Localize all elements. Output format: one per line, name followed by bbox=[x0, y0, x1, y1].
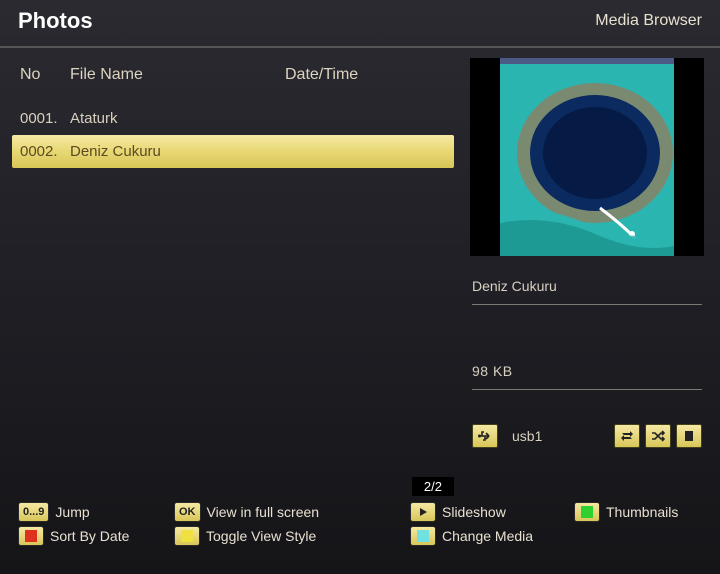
row-no: 0002. bbox=[20, 143, 70, 160]
key-green-icon bbox=[574, 502, 600, 522]
hint-label: Slideshow bbox=[442, 504, 506, 520]
storage-row: usb1 bbox=[470, 424, 704, 448]
col-header-date: Date/Time bbox=[285, 66, 454, 84]
hint-label: Sort By Date bbox=[50, 528, 129, 544]
footer-hints: 0...9 Jump OK View in full screen Slides… bbox=[0, 496, 720, 560]
key-play-icon bbox=[410, 502, 436, 522]
key-yellow-icon bbox=[174, 526, 200, 546]
list-item[interactable]: 0001. Ataturk bbox=[12, 102, 454, 135]
hint-thumbnails: Thumbnails bbox=[574, 502, 702, 522]
hint-label: Jump bbox=[55, 504, 89, 520]
usb-icon[interactable] bbox=[472, 424, 498, 448]
hint-jump: 0...9 Jump bbox=[18, 502, 170, 522]
hint-label: Change Media bbox=[442, 528, 533, 544]
hint-slideshow: Slideshow bbox=[410, 502, 570, 522]
key-cyan-icon bbox=[410, 526, 436, 546]
repeat-icon[interactable] bbox=[614, 424, 640, 448]
row-name: Ataturk bbox=[70, 110, 454, 127]
preview-panel: Deniz Cukuru 98 KB usb1 bbox=[466, 48, 708, 496]
preview-image bbox=[470, 58, 704, 256]
hint-sort: Sort By Date bbox=[18, 526, 170, 546]
row-name: Deniz Cukuru bbox=[70, 143, 454, 160]
key-ok: OK bbox=[174, 502, 201, 522]
app-subtitle: Media Browser bbox=[595, 12, 702, 30]
page-title: Photos bbox=[18, 8, 93, 34]
hint-ok: OK View in full screen bbox=[174, 502, 406, 522]
shuffle-icon[interactable] bbox=[645, 424, 671, 448]
main-content: No File Name Date/Time 0001. Ataturk 000… bbox=[0, 48, 720, 496]
hint-toggle: Toggle View Style bbox=[174, 526, 406, 546]
header-bar: Photos Media Browser bbox=[0, 0, 720, 48]
row-no: 0001. bbox=[20, 110, 70, 127]
storage-name: usb1 bbox=[512, 428, 542, 444]
hint-label: Thumbnails bbox=[606, 504, 678, 520]
hint-label: View in full screen bbox=[207, 504, 320, 520]
list-header: No File Name Date/Time bbox=[12, 48, 454, 94]
list-item[interactable]: 0002. Deniz Cukuru bbox=[12, 135, 454, 168]
page-indicator: 2/2 bbox=[412, 477, 454, 496]
hint-change-media: Change Media bbox=[410, 526, 570, 546]
preview-meta: Deniz Cukuru 98 KB bbox=[470, 278, 704, 390]
preview-filesize: 98 KB bbox=[472, 363, 702, 390]
stop-icon[interactable] bbox=[676, 424, 702, 448]
hint-label: Toggle View Style bbox=[206, 528, 316, 544]
col-header-name: File Name bbox=[70, 66, 285, 84]
list-body: 0001. Ataturk 0002. Deniz Cukuru bbox=[12, 102, 454, 168]
key-red-icon bbox=[18, 526, 44, 546]
file-list-panel: No File Name Date/Time 0001. Ataturk 000… bbox=[12, 48, 454, 496]
key-digits: 0...9 bbox=[18, 502, 49, 522]
preview-filename: Deniz Cukuru bbox=[472, 278, 702, 305]
col-header-no: No bbox=[20, 66, 70, 84]
